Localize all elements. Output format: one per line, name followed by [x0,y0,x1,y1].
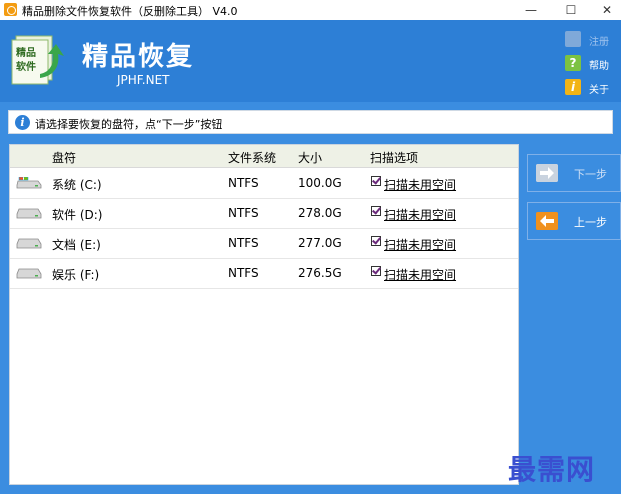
about-label: 关于 [589,85,609,96]
drive-icon [16,208,42,219]
drive-name: 文档 (E:) [52,238,101,252]
drive-icon [16,238,42,249]
app-icon [4,3,17,16]
next-step-button[interactable]: 下一步 [527,154,621,192]
title-bar: 精品删除文件恢复软件（反删除工具） V4.0 — ☐ ✕ [0,0,621,20]
drive-filesystem: NTFS [228,176,259,190]
prev-step-button[interactable]: 上一步 [527,202,621,240]
drive-name: 软件 (D:) [52,208,103,222]
register-link[interactable]: 注册 [565,30,621,50]
windows-drive-icon [16,177,42,189]
drive-size: 278.0G [298,206,342,220]
next-step-label: 下一步 [574,168,607,181]
help-icon: ? [565,55,581,71]
column-size[interactable]: 大小 [298,149,322,166]
drive-name: 娱乐 (F:) [52,268,100,282]
scan-option-label[interactable]: 扫描未用空间 [384,206,456,223]
drive-filesystem: NTFS [228,266,259,280]
help-link[interactable]: ? 帮助 [565,54,621,74]
table-row[interactable]: 软件 (D:) NTFS 278.0G 扫描未用空间 [10,198,518,229]
prev-step-label: 上一步 [574,216,607,229]
drive-filesystem: NTFS [228,236,259,250]
about-link[interactable]: i 关于 [565,78,621,98]
drive-name: 系统 (C:) [52,178,102,192]
column-filesystem[interactable]: 文件系统 [228,149,276,166]
maximize-button[interactable]: ☐ [553,0,589,20]
table-row[interactable]: 文档 (E:) NTFS 277.0G 扫描未用空间 [10,228,518,259]
watermark: 最需网 [508,453,596,486]
table-row[interactable]: 娱乐 (F:) NTFS 276.5G 扫描未用空间 [10,258,518,289]
brand-subtitle: JPHF.NET [117,73,170,87]
help-label: 帮助 [589,61,609,72]
scan-unused-checkbox[interactable] [371,266,381,276]
scan-option-label[interactable]: 扫描未用空间 [384,266,456,283]
hint-text: 请选择要恢复的盘符，点“下一步”按钮 [35,118,223,131]
info-icon: i [15,115,30,130]
register-label: 注册 [589,37,609,48]
column-drive[interactable]: 盘符 [52,149,76,166]
arrow-right-icon [536,164,558,182]
scan-option-label[interactable]: 扫描未用空间 [384,176,456,193]
scan-unused-checkbox[interactable] [371,236,381,246]
logo-text-bottom: 软件 [16,60,36,73]
drive-size: 100.0G [298,176,342,190]
scan-unused-checkbox[interactable] [371,176,381,186]
drive-table: 盘符 文件系统 大小 扫描选项 系统 (C:) NTFS 100.0G 扫描未用… [9,144,519,485]
drive-size: 277.0G [298,236,342,250]
scan-option-label[interactable]: 扫描未用空间 [384,236,456,253]
table-row[interactable]: 系统 (C:) NTFS 100.0G 扫描未用空间 [10,168,518,199]
column-scan-option[interactable]: 扫描选项 [370,149,418,166]
minimize-button[interactable]: — [513,0,549,20]
hint-bar: i 请选择要恢复的盘符，点“下一步”按钮 [8,110,613,134]
logo-icon: 精品 软件 [11,35,64,85]
drive-icon [16,268,42,279]
logo-text-top: 精品 [16,46,36,59]
brand-title: 精品恢复 [82,42,195,72]
scan-unused-checkbox[interactable] [371,206,381,216]
arrow-left-icon [536,212,558,230]
drive-size: 276.5G [298,266,342,280]
window-title: 精品删除文件恢复软件（反删除工具） V4.0 [22,5,238,18]
close-button[interactable]: ✕ [589,0,621,20]
register-icon [565,31,581,47]
table-header: 盘符 文件系统 大小 扫描选项 [10,145,518,168]
about-icon: i [565,79,581,95]
drive-filesystem: NTFS [228,206,259,220]
